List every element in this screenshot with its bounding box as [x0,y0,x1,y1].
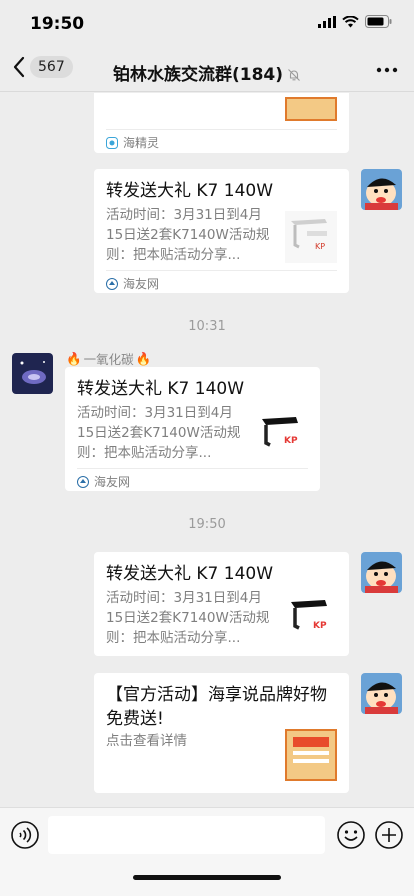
time-separator: 19:50 [188,517,226,532]
nav-bar: 567 铂林水族交流群(184) [0,48,414,92]
card-title: 【官方活动】海享说品牌好物免费送! [106,685,327,729]
voice-input-icon[interactable] [10,820,40,850]
thumb-brand-text: KP [284,436,298,446]
status-time: 19:50 [30,14,85,34]
card-source: 海友网 [106,275,159,292]
emoji-icon[interactable] [336,820,366,850]
plus-icon[interactable] [374,820,404,850]
link-card-message[interactable]: 转发送大礼 K7 140W 活动时间：3月31日到4月15日送2套K7140W活… [94,552,349,656]
link-card-message[interactable]: 转发送大礼 K7 140W 活动时间：3月31日到4月15日送2套K7140W活… [65,367,320,491]
chat-message-list[interactable]: 海精灵 转发送大礼 K7 140W 活动时间：3月31日到4月15日送2套K71… [0,93,414,807]
galaxy-avatar-icon [12,353,53,394]
card-divider [106,270,337,271]
cartoon-avatar-icon [361,552,402,593]
cartoon-avatar-icon [361,169,402,210]
card-source-name: 海精灵 [123,136,160,150]
haiyou-logo-icon [77,475,89,488]
card-description: 点击查看详情 [106,733,187,749]
message-input[interactable] [48,816,325,854]
time-separator: 10:31 [188,319,226,334]
status-icons [318,15,392,28]
aquarium-light-icon: KP [285,211,337,263]
card-title: 转发送大礼 K7 140W [106,564,274,584]
cartoon-avatar-icon [361,673,402,714]
promo-poster-icon [285,729,337,781]
card-description: 活动时间：3月31日到4月15日送2套K7140W活动规则：把本贴活动分享... [106,207,270,263]
link-card-message[interactable]: 【官方活动】海享说品牌好物免费送! 点击查看详情 [94,673,349,793]
card-divider [106,129,337,130]
link-card-message[interactable]: 海精灵 [94,93,349,153]
card-source: 海友网 [77,473,130,490]
card-source-name: 海友网 [94,475,131,489]
link-card-message[interactable]: 转发送大礼 K7 140W 活动时间：3月31日到4月15日送2套K7140W活… [94,169,349,293]
card-description: 活动时间：3月31日到4月15日送2套K7140W活动规则：把本贴活动分享... [106,590,270,646]
fire-emoji-icon: 🔥 [66,350,82,366]
status-bar: 19:50 [0,0,414,48]
my-avatar[interactable] [361,169,402,210]
promo-poster-thumbnail [285,97,337,121]
hai-jingling-logo-icon [106,136,118,149]
aquarium-light-icon: KP [256,409,308,461]
my-avatar[interactable] [361,673,402,714]
signal-icon [318,15,336,28]
card-title: 转发送大礼 K7 140W [77,379,245,399]
card-divider [77,468,308,469]
chat-title: 铂林水族交流群(184) [0,60,414,85]
mute-bell-icon [288,69,300,81]
input-bar [0,807,414,896]
card-description: 活动时间：3月31日到4月15日送2套K7140W活动规则：把本贴活动分享... [77,405,241,461]
card-source: 海精灵 [106,134,159,151]
my-avatar[interactable] [361,552,402,593]
haiyou-logo-icon [106,277,118,290]
sender-avatar[interactable] [12,353,53,394]
fire-emoji-icon: 🔥 [135,350,152,366]
card-title: 转发送大礼 K7 140W [106,181,274,201]
chat-title-text: 铂林水族交流群(184) [112,65,284,85]
thumb-brand-text: KP [313,621,327,631]
home-indicator[interactable] [133,875,281,880]
sender-name-text: 一氧化碳 [83,352,134,367]
sender-name: 🔥 一氧化碳 🔥 [66,349,151,368]
wifi-icon [342,15,359,27]
card-source-name: 海友网 [123,277,160,291]
more-options-icon[interactable] [376,58,398,82]
aquarium-light-icon: KP [285,592,337,644]
thumb-brand-text: KP [315,242,325,251]
battery-icon [365,15,392,28]
